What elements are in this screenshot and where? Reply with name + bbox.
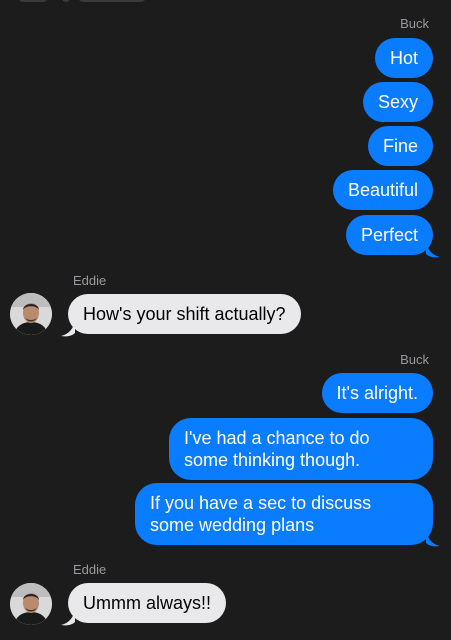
- sender-name-buck: Buck: [400, 352, 429, 367]
- bubble-tail: [61, 610, 75, 626]
- message-bubble-outgoing[interactable]: I've had a chance to do some thinking th…: [169, 418, 433, 480]
- bubble-tail: [426, 242, 440, 258]
- message-bubble-outgoing[interactable]: If you have a sec to discuss some weddin…: [135, 483, 433, 545]
- bubble-tail: [426, 531, 440, 547]
- contact-avatar[interactable]: [10, 583, 52, 625]
- message-bubble-outgoing[interactable]: Beautiful: [332, 170, 433, 210]
- previous-message-remnant: [78, 0, 146, 2]
- contact-avatar[interactable]: [10, 293, 52, 335]
- sender-name-buck: Buck: [400, 16, 429, 31]
- previous-message-remnant: [18, 0, 48, 2]
- message-bubble-incoming[interactable]: Ummm always!!: [68, 583, 227, 623]
- sender-name-eddie: Eddie: [73, 273, 107, 288]
- previous-message-remnant: [62, 0, 70, 2]
- message-bubble-outgoing[interactable]: Hot: [374, 38, 433, 78]
- sender-name-eddie: Eddie: [73, 562, 107, 577]
- message-bubble-outgoing[interactable]: Perfect: [345, 215, 433, 255]
- person-photo-avatar-icon: [10, 293, 52, 335]
- message-bubble-outgoing[interactable]: Fine: [367, 126, 433, 166]
- person-photo-avatar-icon: [10, 583, 52, 625]
- message-bubble-outgoing[interactable]: It's alright.: [321, 373, 433, 413]
- message-bubble-incoming[interactable]: How's your shift actually?: [68, 294, 301, 334]
- message-bubble-outgoing[interactable]: Sexy: [362, 82, 433, 122]
- bubble-tail: [61, 321, 75, 337]
- message-thread: Buck Hot Sexy Fine Beautiful Perfect Edd…: [0, 0, 451, 640]
